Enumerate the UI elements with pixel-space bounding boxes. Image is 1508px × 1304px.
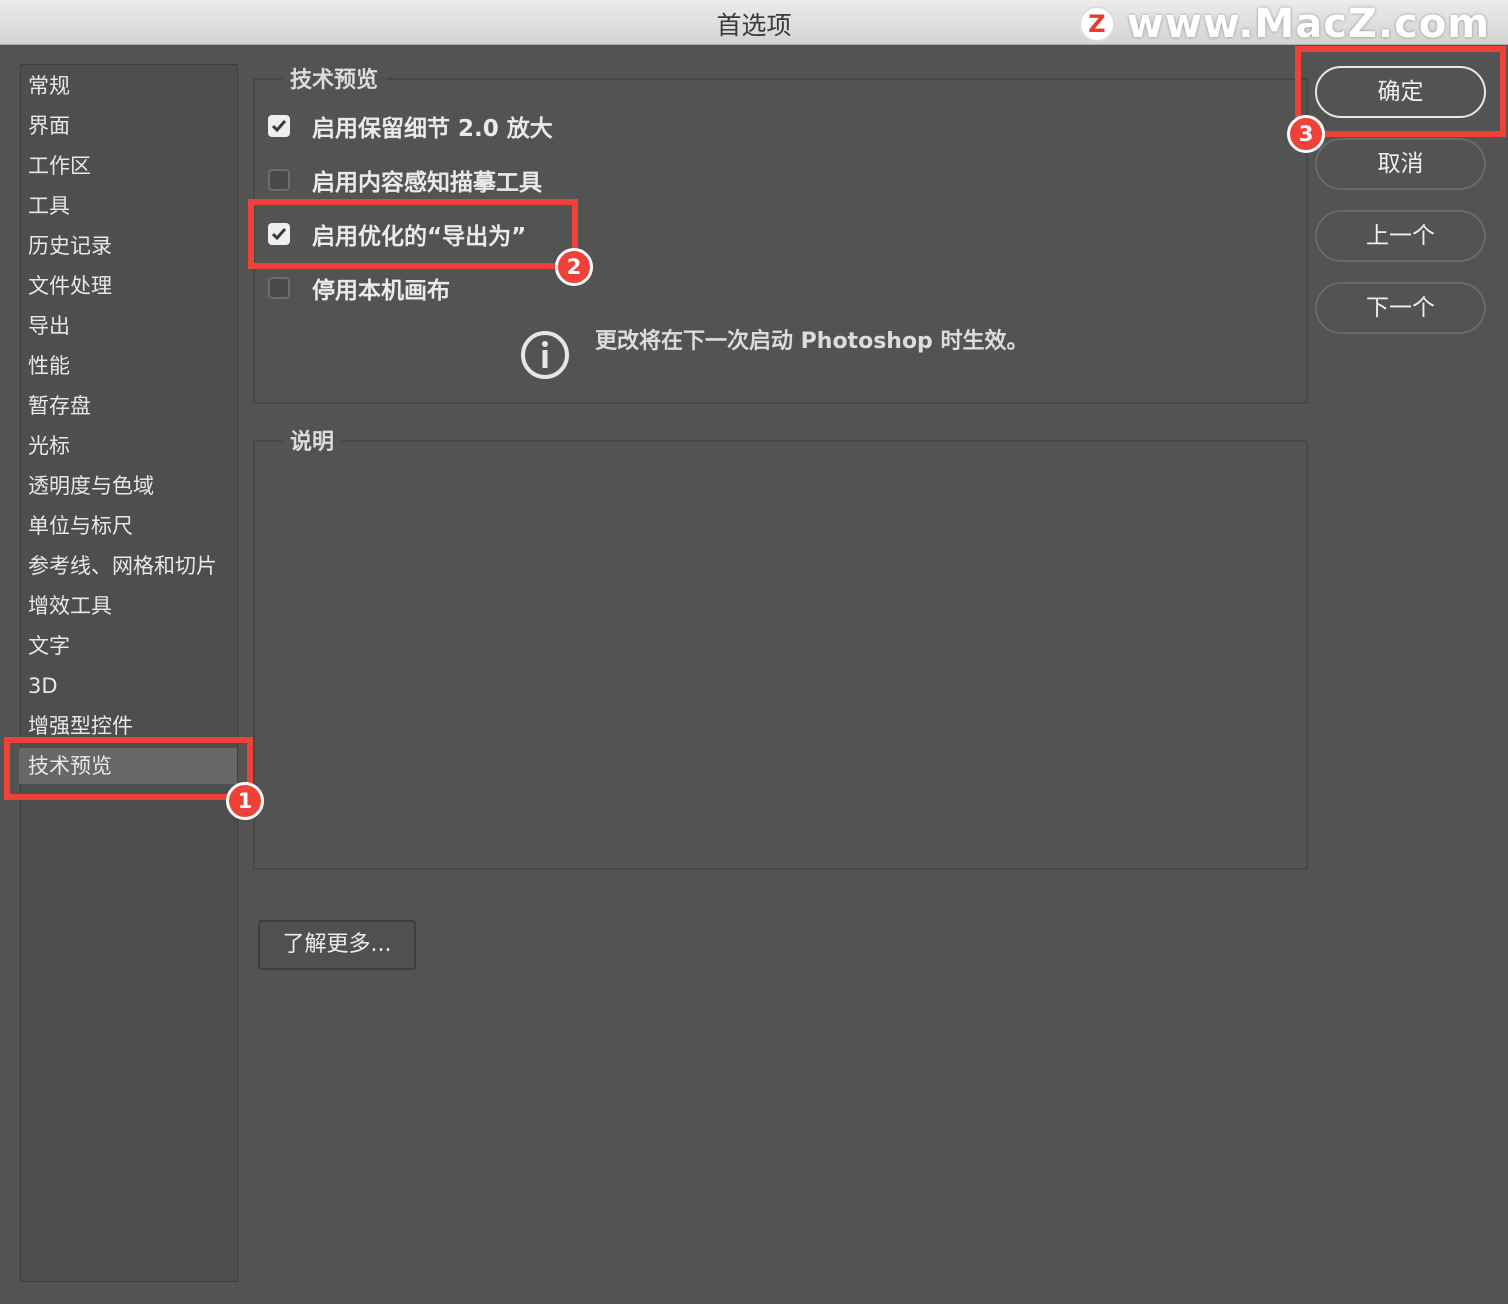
sidebar-item-general[interactable]: 常规 — [21, 68, 237, 104]
sidebar-item-3d[interactable]: 3D — [21, 668, 237, 704]
previous-button[interactable]: 上一个 — [1315, 210, 1486, 262]
sidebar-item-workspace[interactable]: 工作区 — [21, 148, 237, 184]
content-aware-trace-checkbox[interactable] — [268, 169, 290, 191]
preserve-details-checkbox[interactable] — [268, 115, 290, 137]
sidebar-item-tools[interactable]: 工具 — [21, 188, 237, 224]
cancel-button[interactable]: 取消 — [1315, 138, 1486, 190]
restart-notice: 更改将在下一次启动 Photoshop 时生效。 — [595, 329, 1029, 354]
option-content-aware-trace-row[interactable]: 启用内容感知描摹工具 — [268, 163, 542, 197]
content-aware-trace-label: 启用内容感知描摹工具 — [312, 170, 542, 196]
info-circle-icon — [521, 331, 569, 379]
optimized-export-checkbox[interactable] — [268, 223, 290, 245]
sidebar-item-plugins[interactable]: 增效工具 — [21, 588, 237, 624]
sidebar-item-technology-previews[interactable]: 技术预览 — [19, 748, 237, 784]
watermark-logo-icon: Z — [1078, 6, 1115, 42]
sidebar-item-interface[interactable]: 界面 — [21, 108, 237, 144]
checkmark-icon — [272, 120, 286, 132]
optimized-export-label: 启用优化的“导出为” — [312, 224, 527, 250]
option-optimized-export-row[interactable]: 启用优化的“导出为” — [268, 217, 526, 251]
watermark-text: www.MacZ.com — [1126, 1, 1490, 47]
step-badge-2: 2 — [555, 248, 593, 286]
tech-preview-group-label: 技术预览 — [282, 62, 387, 94]
title-bar: 首选项 Z www.MacZ.com — [0, 0, 1508, 45]
next-button[interactable]: 下一个 — [1315, 282, 1486, 334]
sidebar-item-type[interactable]: 文字 — [21, 628, 237, 664]
learn-more-button[interactable]: 了解更多... — [258, 920, 416, 970]
sidebar-item-scratch-disks[interactable]: 暂存盘 — [21, 388, 237, 424]
preferences-sidebar: 常规 界面 工作区 工具 历史记录 文件处理 导出 性能 暂存盘 光标 透明度与… — [19, 64, 238, 1282]
option-disable-native-canvas-row[interactable]: 停用本机画布 — [268, 271, 450, 305]
sidebar-item-export[interactable]: 导出 — [21, 308, 237, 344]
sidebar-item-enhanced-controls[interactable]: 增强型控件 — [21, 708, 237, 744]
checkmark-icon — [272, 228, 286, 240]
step-badge-3: 3 — [1287, 115, 1325, 153]
watermark: Z www.MacZ.com — [1078, 1, 1490, 47]
sidebar-item-cursors[interactable]: 光标 — [21, 428, 237, 464]
sidebar-item-units-rulers[interactable]: 单位与标尺 — [21, 508, 237, 544]
description-group — [253, 440, 1308, 870]
sidebar-item-transparency-gamut[interactable]: 透明度与色域 — [21, 468, 237, 504]
sidebar-item-performance[interactable]: 性能 — [21, 348, 237, 384]
description-group-label: 说明 — [282, 424, 343, 456]
sidebar-item-file-handling[interactable]: 文件处理 — [21, 268, 237, 304]
step-badge-1: 1 — [226, 782, 264, 820]
ok-button[interactable]: 确定 — [1315, 66, 1486, 118]
disable-native-canvas-checkbox[interactable] — [268, 277, 290, 299]
sidebar-item-history[interactable]: 历史记录 — [21, 228, 237, 264]
option-preserve-details-row[interactable]: 启用保留细节 2.0 放大 — [268, 109, 553, 143]
disable-native-canvas-label: 停用本机画布 — [312, 278, 450, 304]
sidebar-item-guides-grid-slices[interactable]: 参考线、网格和切片 — [21, 548, 237, 584]
preserve-details-label: 启用保留细节 2.0 放大 — [312, 116, 553, 142]
